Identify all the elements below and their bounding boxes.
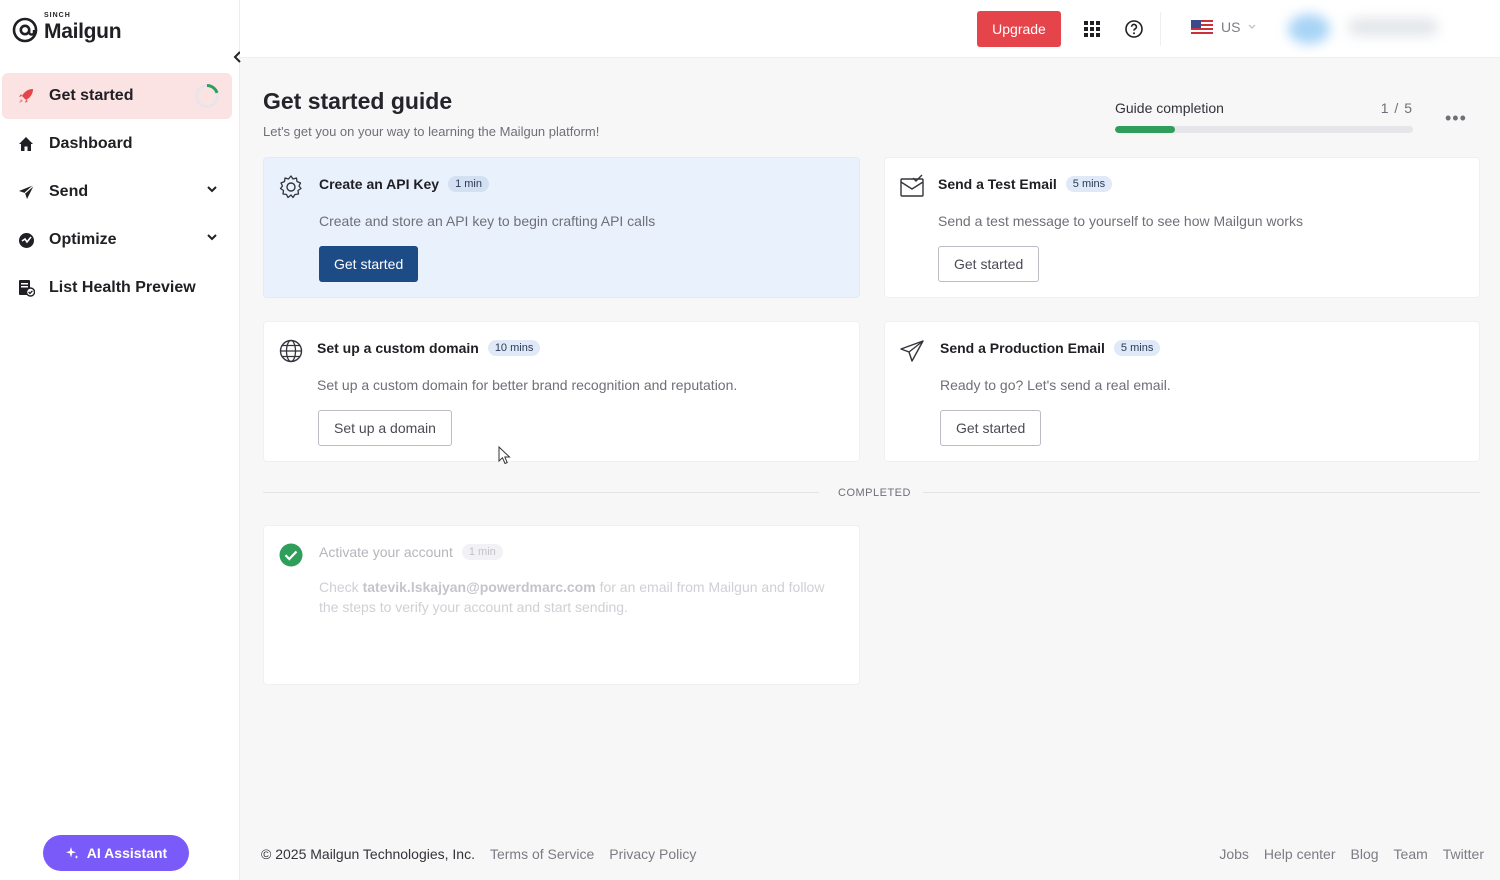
task-card-activate-account: Activate your account 1 min Check tatevi… <box>263 525 860 685</box>
duration-badge: 5 mins <box>1065 176 1113 192</box>
mailgun-logo[interactable]: SINCH Mailgun <box>12 12 122 44</box>
sidebar-item-list-health-preview[interactable]: List Health Preview <box>2 265 232 311</box>
sidebar-item-dashboard[interactable]: Dashboard <box>2 121 232 167</box>
sidebar-item-label: Get started <box>49 87 134 104</box>
get-started-button[interactable]: Get started <box>319 246 419 282</box>
page-subtitle: Let's get you on your way to learning th… <box>263 124 600 139</box>
duration-badge: 1 min <box>461 544 503 560</box>
brand-small: SINCH <box>44 12 71 19</box>
progress-ring-icon <box>195 84 219 108</box>
card-description: Check tatevik.lskajyan@powerdmarc.com fo… <box>319 577 844 617</box>
guide-completion-count: 1 / 5 <box>1380 100 1413 116</box>
top-bar: Upgrade US <box>240 0 1500 58</box>
guide-progress-fill <box>1115 126 1175 133</box>
mouse-cursor-icon <box>498 446 511 465</box>
terms-of-service-link[interactable]: Terms of Service <box>490 846 594 862</box>
sidebar-item-label: List Health Preview <box>49 279 196 296</box>
guide-completion-label: Guide completion <box>1115 100 1224 116</box>
card-description: Create and store an API key to begin cra… <box>319 213 656 229</box>
set-up-domain-button[interactable]: Set up a domain <box>318 410 452 446</box>
more-options-button[interactable]: ••• <box>1445 108 1467 129</box>
list-health-icon <box>16 278 36 298</box>
copyright: © 2025 Mailgun Technologies, Inc. <box>261 846 475 862</box>
help-icon[interactable] <box>1124 19 1144 39</box>
card-description: Set up a custom domain for better brand … <box>317 377 738 393</box>
completed-divider <box>263 492 819 493</box>
task-card-custom-domain: Set up a custom domain 10 mins Set up a … <box>263 321 860 462</box>
team-link[interactable]: Team <box>1394 846 1428 862</box>
get-started-button[interactable]: Get started <box>938 246 1040 282</box>
description-prefix: Check <box>319 579 359 595</box>
sidebar-item-optimize[interactable]: Optimize <box>2 217 232 263</box>
gear-icon <box>279 175 302 199</box>
user-name-blurred <box>1348 18 1438 36</box>
home-icon <box>16 134 36 154</box>
card-title: Send a Test Email <box>938 176 1057 192</box>
card-title: Create an API Key <box>319 176 440 192</box>
email-check-icon <box>900 174 924 197</box>
optimize-icon <box>16 230 36 250</box>
rocket-icon <box>16 86 36 106</box>
footer-right: Jobs Help center Blog Team Twitter <box>1219 846 1484 862</box>
mailgun-logo-icon <box>12 17 38 43</box>
ai-assistant-button[interactable]: AI Assistant <box>43 835 189 871</box>
region-selector[interactable]: US <box>1191 19 1256 35</box>
card-title: Send a Production Email <box>940 340 1105 356</box>
sidebar-item-send[interactable]: Send <box>2 169 232 215</box>
globe-icon <box>279 339 303 363</box>
task-card-create-api-key: Create an API Key 1 min Create and store… <box>263 157 860 298</box>
task-card-send-test-email: Send a Test Email 5 mins Send a test mes… <box>884 157 1480 298</box>
page-title: Get started guide <box>263 88 453 114</box>
jobs-link[interactable]: Jobs <box>1219 846 1249 862</box>
blog-link[interactable]: Blog <box>1351 846 1379 862</box>
check-circle-icon <box>279 543 303 567</box>
region-label: US <box>1221 19 1241 35</box>
user-menu[interactable] <box>1278 10 1448 48</box>
task-card-send-production-email: Send a Production Email 5 mins Ready to … <box>884 321 1480 462</box>
privacy-policy-link[interactable]: Privacy Policy <box>609 846 696 862</box>
card-description: Send a test message to yourself to see h… <box>938 213 1303 229</box>
card-title: Set up a custom domain <box>317 340 479 356</box>
twitter-link[interactable]: Twitter <box>1443 846 1484 862</box>
apps-grid-icon[interactable] <box>1083 20 1101 38</box>
get-started-button[interactable]: Get started <box>940 410 1042 446</box>
chevron-down-icon <box>1248 24 1256 29</box>
sparkle-icon <box>65 847 79 859</box>
send-icon <box>16 182 36 202</box>
card-description: Ready to go? Let's send a real email. <box>940 377 1171 393</box>
card-title: Activate your account <box>319 544 453 560</box>
sidebar: SINCH Mailgun Get started Dashboard Send… <box>0 0 241 880</box>
ai-assistant-label: AI Assistant <box>86 845 168 861</box>
duration-badge: 5 mins <box>1113 340 1161 356</box>
guide-completion: Guide completion 1 / 5 <box>1115 100 1413 133</box>
chevron-down-icon <box>207 186 217 193</box>
completed-divider <box>923 492 1480 493</box>
paper-plane-icon <box>900 340 924 362</box>
sidebar-item-label: Dashboard <box>49 135 133 152</box>
sidebar-item-get-started[interactable]: Get started <box>2 73 232 119</box>
duration-badge: 1 min <box>448 176 489 192</box>
brand-name: Mailgun <box>44 20 122 43</box>
topbar-divider <box>1160 12 1161 46</box>
upgrade-button[interactable]: Upgrade <box>977 11 1061 47</box>
completed-label: COMPLETED <box>838 487 911 499</box>
guide-progress-bar <box>1115 126 1413 133</box>
sidebar-item-label: Optimize <box>49 231 117 248</box>
help-center-link[interactable]: Help center <box>1264 846 1336 862</box>
avatar <box>1288 14 1330 44</box>
sidebar-item-label: Send <box>49 183 89 200</box>
chevron-down-icon <box>207 234 217 241</box>
account-email: tatevik.lskajyan@powerdmarc.com <box>362 579 596 595</box>
footer-left: © 2025 Mailgun Technologies, Inc. Terms … <box>261 846 696 862</box>
us-flag-icon <box>1191 20 1213 34</box>
sidebar-nav: Get started Dashboard Send Optimize List… <box>2 73 232 313</box>
duration-badge: 10 mins <box>487 340 541 356</box>
